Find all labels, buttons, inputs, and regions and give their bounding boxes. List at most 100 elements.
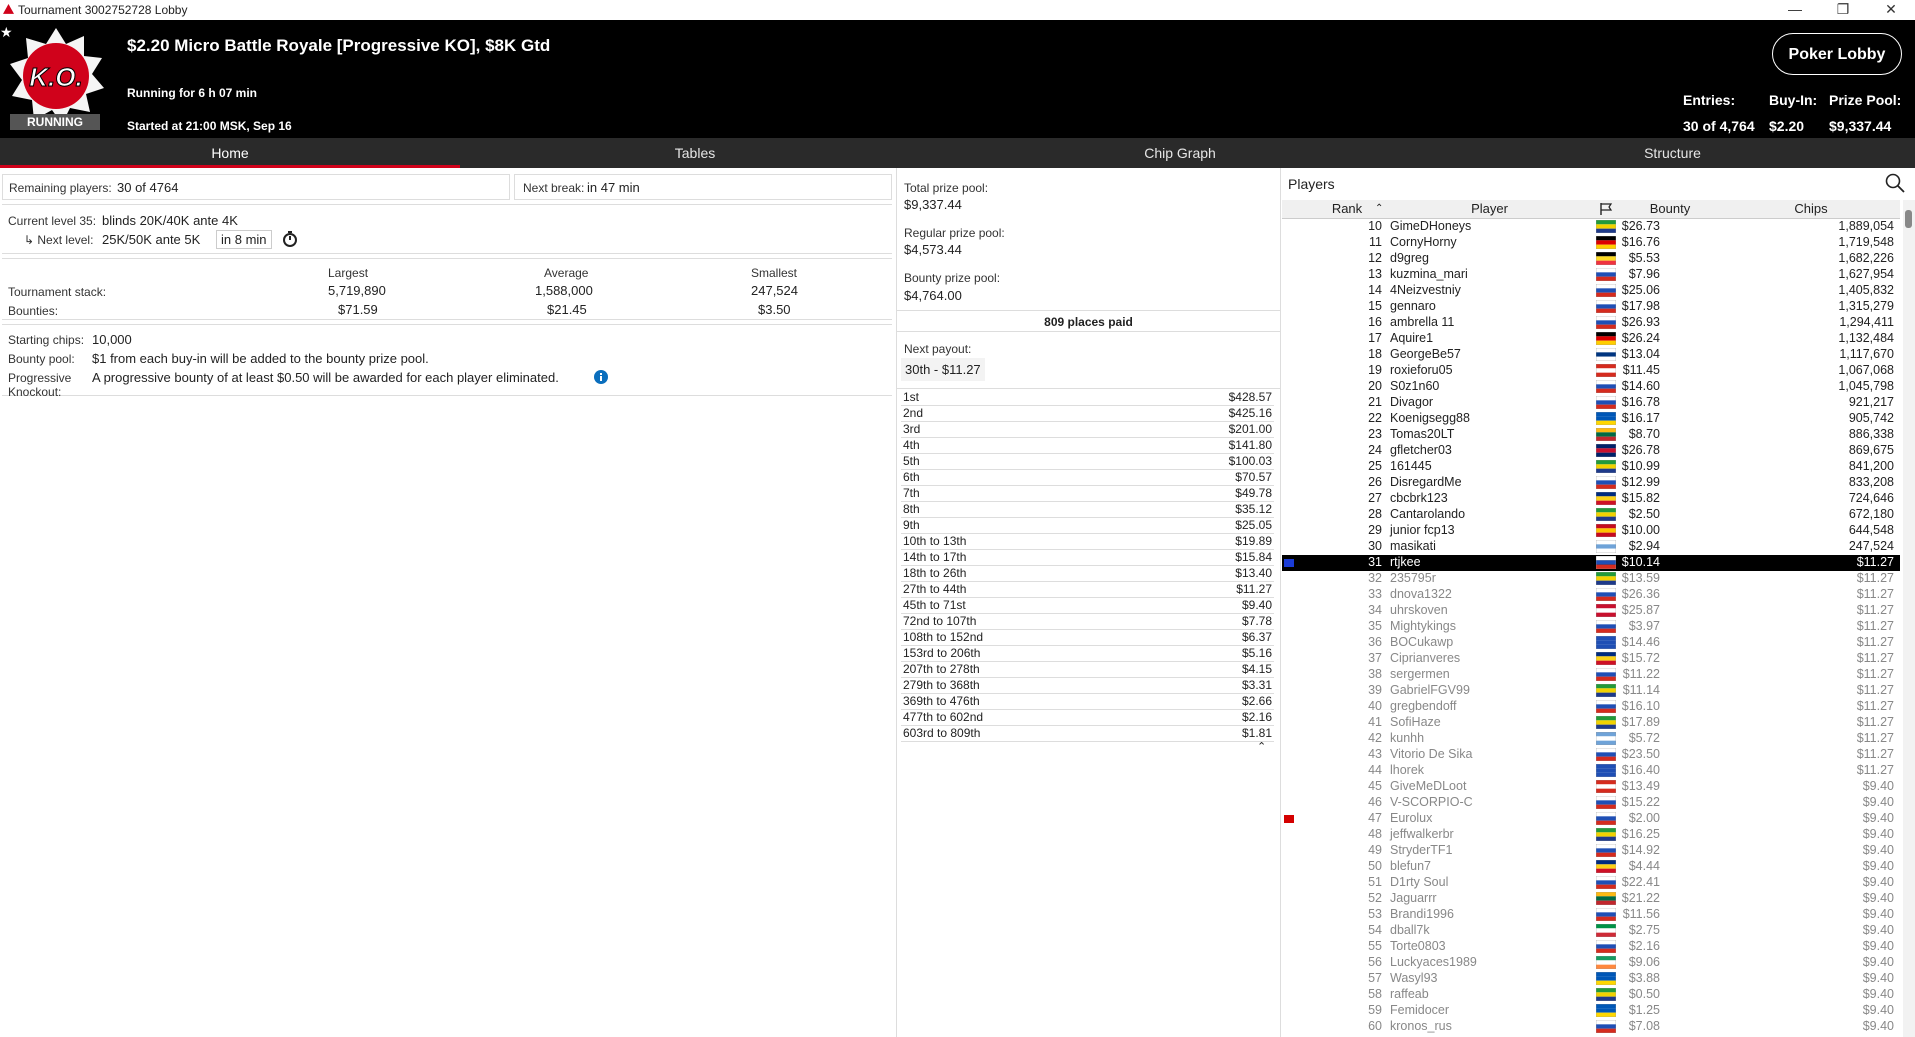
payout-place: 5th xyxy=(903,454,920,468)
tab-chip-graph[interactable]: Chip Graph xyxy=(930,138,1430,168)
player-row[interactable]: 13 kuzmina_mari $7.96 1,627,954 xyxy=(1282,267,1900,283)
tournament-header: ★ K.O. RUNNING $2.20 Micro Battle Royale… xyxy=(0,20,1915,138)
player-row[interactable]: 15 gennaro $17.98 1,315,279 xyxy=(1282,299,1900,315)
player-row[interactable]: 43 Vitorio De Sika $23.50 $11.27 xyxy=(1282,747,1900,763)
player-row[interactable]: 36 BOCukawp $14.46 $11.27 xyxy=(1282,635,1900,651)
payout-place: 1st xyxy=(903,390,920,404)
player-row[interactable]: 46 V-SCORPIO-C $15.22 $9.40 xyxy=(1282,795,1900,811)
player-row[interactable]: 53 Brandi1996 $11.56 $9.40 xyxy=(1282,907,1900,923)
remaining-players-label: Remaining players: xyxy=(9,181,112,195)
collapse-chevron-icon[interactable]: ⌃ xyxy=(1257,740,1266,753)
players-scrollbar[interactable] xyxy=(1903,200,1915,1037)
player-row[interactable]: 21 Divagor $16.78 921,217 xyxy=(1282,395,1900,411)
player-row[interactable]: 20 S0z1n60 $14.60 1,045,798 xyxy=(1282,379,1900,395)
player-row[interactable]: 29 junior fcp13 $10.00 644,548 xyxy=(1282,523,1900,539)
player-row[interactable]: 38 sergermen $11.22 $11.27 xyxy=(1282,667,1900,683)
player-row[interactable]: 18 GeorgeBe57 $13.04 1,117,670 xyxy=(1282,347,1900,363)
player-name: Femidocer xyxy=(1390,1003,1450,1017)
player-row[interactable]: 28 Cantarolando $2.50 672,180 xyxy=(1282,507,1900,523)
player-row[interactable]: 59 Femidocer $1.25 $9.40 xyxy=(1282,1003,1900,1019)
player-row[interactable]: 45 GiveMeDLoot $13.49 $9.40 xyxy=(1282,779,1900,795)
player-row[interactable]: 41 SofiHaze $17.89 $11.27 xyxy=(1282,715,1900,731)
player-name: masikati xyxy=(1390,539,1436,553)
player-bounty: $11.14 xyxy=(1622,683,1660,697)
player-row[interactable]: 12 d9greg $5.53 1,682,226 xyxy=(1282,251,1900,267)
country-flag-icon xyxy=(1596,348,1616,361)
player-chips: $9.40 xyxy=(1862,987,1894,1001)
player-row[interactable]: 57 Wasyl93 $3.88 $9.40 xyxy=(1282,971,1900,987)
chips-column-header[interactable]: Chips xyxy=(1722,201,1900,216)
country-flag-icon xyxy=(1596,556,1616,569)
player-row[interactable]: 31 rtjkee $10.14 $11.27 xyxy=(1282,555,1900,571)
rank-column-header[interactable]: Rank xyxy=(1317,201,1377,216)
player-row[interactable]: 39 GabrielFGV99 $11.14 $11.27 xyxy=(1282,683,1900,699)
player-row[interactable]: 49 StryderTF1 $14.92 $9.40 xyxy=(1282,843,1900,859)
payout-row: 108th to 152nd $6.37 xyxy=(901,629,1274,646)
player-row[interactable]: 40 gregbendoff $16.10 $11.27 xyxy=(1282,699,1900,715)
player-row[interactable]: 52 Jaguarrr $21.22 $9.40 xyxy=(1282,891,1900,907)
player-row[interactable]: 22 Koenigsegg88 $16.17 905,742 xyxy=(1282,411,1900,427)
tab-tables[interactable]: Tables xyxy=(460,138,930,168)
player-chips: $9.40 xyxy=(1862,1003,1894,1017)
player-rank: 35 xyxy=(1368,619,1382,633)
player-rank: 27 xyxy=(1368,491,1382,505)
bounty-pool-value: $1 from each buy-in will be added to the… xyxy=(92,351,429,366)
regular-prize-label: Regular prize pool: xyxy=(904,226,1005,240)
player-row[interactable]: 19 roxieforu05 $11.45 1,067,068 xyxy=(1282,363,1900,379)
minimize-button[interactable]: — xyxy=(1771,0,1819,20)
player-row[interactable]: 10 GimeDHoneys $26.73 1,889,054 xyxy=(1282,219,1900,235)
player-row[interactable]: 56 Luckyaces1989 $9.06 $9.40 xyxy=(1282,955,1900,971)
player-rank: 57 xyxy=(1368,971,1382,985)
player-row[interactable]: 48 jeffwalkerbr $16.25 $9.40 xyxy=(1282,827,1900,843)
tab-home[interactable]: Home xyxy=(0,138,460,168)
player-row[interactable]: 47 Eurolux $2.00 $9.40 xyxy=(1282,811,1900,827)
player-row[interactable]: 25 161445 $10.99 841,200 xyxy=(1282,459,1900,475)
player-chips: 886,338 xyxy=(1848,427,1894,441)
info-icon[interactable] xyxy=(594,370,608,384)
search-icon[interactable] xyxy=(1885,173,1905,193)
payout-place: 18th to 26th xyxy=(903,566,967,580)
player-row[interactable]: 60 kronos_rus $7.08 $9.40 xyxy=(1282,1019,1900,1035)
player-row[interactable]: 58 raffeab $0.50 $9.40 xyxy=(1282,987,1900,1003)
player-rank: 16 xyxy=(1368,315,1382,329)
player-row[interactable]: 16 ambrella 11 $26.93 1,294,411 xyxy=(1282,315,1900,331)
scrollbar-thumb[interactable] xyxy=(1905,210,1912,228)
player-column-header[interactable]: Player xyxy=(1387,201,1592,216)
player-row[interactable]: 44 lhorek $16.40 $11.27 xyxy=(1282,763,1900,779)
bounty-column-header[interactable]: Bounty xyxy=(1622,201,1718,216)
player-row[interactable]: 51 D1rty Soul $22.41 $9.40 xyxy=(1282,875,1900,891)
payout-row: 8th $35.12 xyxy=(901,501,1274,518)
player-row[interactable]: 17 Aquire1 $26.24 1,132,484 xyxy=(1282,331,1900,347)
player-row[interactable]: 27 cbcbrk123 $15.82 724,646 xyxy=(1282,491,1900,507)
player-row[interactable]: 35 Mightykings $3.97 $11.27 xyxy=(1282,619,1900,635)
player-row[interactable]: 50 blefun7 $4.44 $9.40 xyxy=(1282,859,1900,875)
player-name: 161445 xyxy=(1390,459,1432,473)
poker-lobby-button[interactable]: Poker Lobby xyxy=(1772,33,1902,75)
player-row[interactable]: 54 dball7k $2.75 $9.40 xyxy=(1282,923,1900,939)
tab-structure[interactable]: Structure xyxy=(1430,138,1915,168)
restore-button[interactable]: ❐ xyxy=(1819,0,1867,20)
player-row[interactable]: 26 DisregardMe $12.99 833,208 xyxy=(1282,475,1900,491)
player-row[interactable]: 42 kunhh $5.72 $11.27 xyxy=(1282,731,1900,747)
player-row[interactable]: 30 masikati $2.94 247,524 xyxy=(1282,539,1900,555)
country-flag-icon xyxy=(1596,252,1616,265)
payout-row: 9th $25.05 xyxy=(901,517,1274,534)
player-row[interactable]: 11 CornyHorny $16.76 1,719,548 xyxy=(1282,235,1900,251)
payout-place: 8th xyxy=(903,502,920,516)
player-row[interactable]: 14 4Neizvestniy $25.06 1,405,832 xyxy=(1282,283,1900,299)
player-row[interactable]: 37 Ciprianveres $15.72 $11.27 xyxy=(1282,651,1900,667)
next-break-label: Next break: xyxy=(523,181,585,195)
player-row[interactable]: 24 gfletcher03 $26.78 869,675 xyxy=(1282,443,1900,459)
close-button[interactable]: ✕ xyxy=(1867,0,1915,20)
sort-ascending-icon[interactable]: ⌃ xyxy=(1375,203,1383,214)
player-row[interactable]: 23 Tomas20LT $8.70 886,338 xyxy=(1282,427,1900,443)
player-row[interactable]: 55 Torte0803 $2.16 $9.40 xyxy=(1282,939,1900,955)
flag-column-icon[interactable] xyxy=(1599,202,1613,216)
player-bounty: $16.78 xyxy=(1621,395,1660,409)
player-rank: 11 xyxy=(1369,235,1382,249)
player-row[interactable]: 33 dnova1322 $26.36 $11.27 xyxy=(1282,587,1900,603)
player-row[interactable]: 32 235795r $13.59 $11.27 xyxy=(1282,571,1900,587)
payout-amount: $428.57 xyxy=(1228,390,1272,404)
player-chips: $11.27 xyxy=(1856,667,1894,681)
player-row[interactable]: 34 uhrskoven $25.87 $11.27 xyxy=(1282,603,1900,619)
